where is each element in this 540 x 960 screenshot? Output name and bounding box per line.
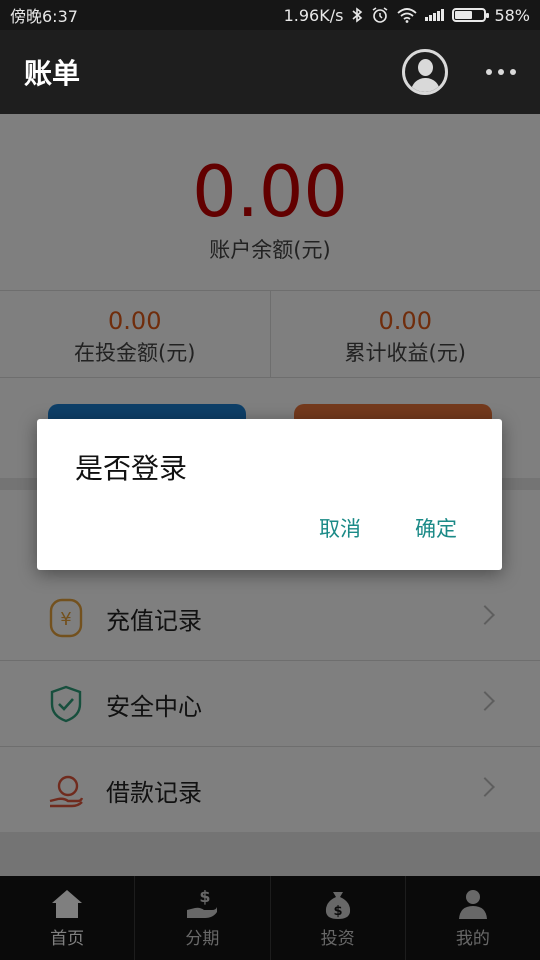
confirm-button[interactable]: 确定 bbox=[415, 513, 457, 543]
signal-icon bbox=[425, 9, 445, 21]
wifi-icon bbox=[397, 8, 418, 23]
login-dialog: 是否登录 取消 确定 bbox=[37, 419, 502, 570]
user-avatar-icon[interactable] bbox=[402, 49, 448, 95]
dialog-title: 是否登录 bbox=[75, 452, 188, 485]
status-time: 傍晚6:37 bbox=[10, 7, 78, 26]
status-bar: 傍晚6:37 1.96K/s 58% bbox=[0, 0, 540, 30]
app-header: 账单 bbox=[0, 30, 540, 114]
page-title: 账单 bbox=[24, 57, 81, 90]
cancel-button[interactable]: 取消 bbox=[319, 513, 361, 543]
battery-icon bbox=[452, 8, 490, 22]
bluetooth-icon bbox=[352, 7, 363, 23]
battery-percent: 58% bbox=[494, 5, 530, 25]
more-dots-icon[interactable] bbox=[486, 69, 516, 75]
status-icons: 1.96K/s 58% bbox=[284, 6, 530, 25]
alarm-icon bbox=[372, 7, 388, 23]
network-speed: 1.96K/s bbox=[283, 5, 344, 25]
